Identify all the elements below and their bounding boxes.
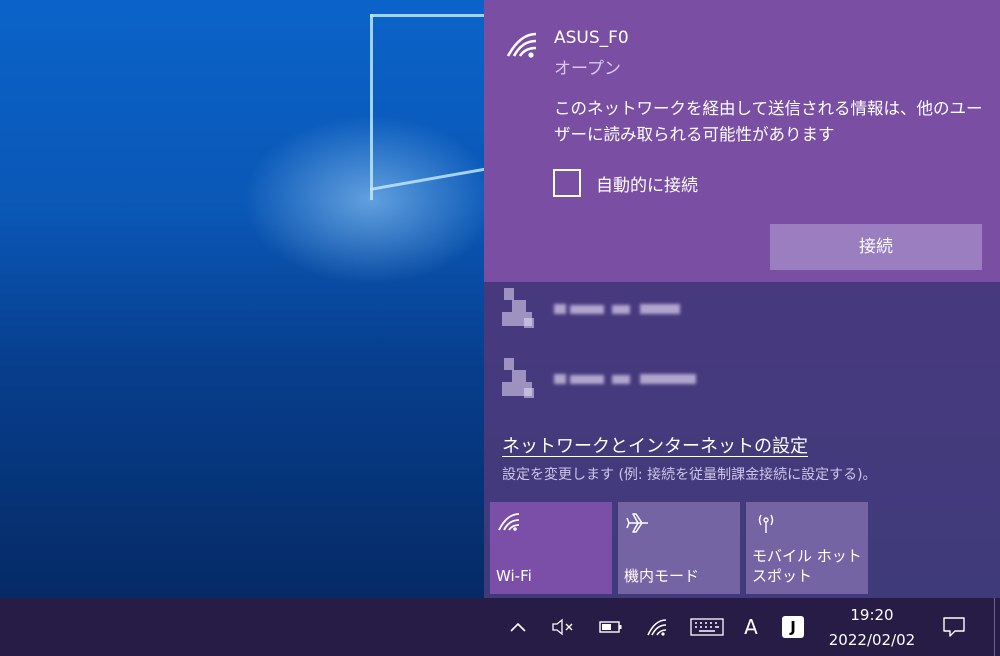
taskbar-clock[interactable]: 19:20 2022/02/02 (822, 598, 922, 656)
network-tray-button[interactable] (642, 598, 672, 656)
hotspot-icon (758, 514, 774, 533)
action-center-icon (943, 617, 965, 637)
clock-time: 19:20 (850, 606, 894, 624)
touch-keyboard-icon (690, 618, 724, 636)
action-center-button[interactable] (936, 598, 972, 656)
mobile-hotspot-tile[interactable]: モバイル ホットスポット (746, 502, 868, 594)
network-list-item[interactable] (484, 282, 1000, 346)
blurred-network-name (554, 304, 680, 314)
airplane-tile-label: 機内モード (624, 567, 700, 585)
open-network-warning: このネットワークを経由して送信される情報は、他のユーザーに読み取られる可能性があ… (554, 99, 983, 144)
wifi-toggle-tile[interactable]: Wi-Fi (490, 502, 612, 594)
speaker-muted-icon (552, 618, 573, 636)
wallpaper-light-beam (370, 14, 484, 17)
network-settings-link[interactable]: ネットワークとインターネットの設定 (502, 432, 808, 458)
auto-connect-label[interactable]: 自動的に接続 (596, 171, 698, 196)
volume-button[interactable] (546, 598, 580, 656)
wifi-icon (502, 358, 540, 402)
wallpaper-light-beam (370, 167, 484, 191)
clock-date: 2022/02/02 (828, 631, 916, 649)
airplane-icon (626, 513, 648, 533)
network-list-item[interactable] (484, 352, 1000, 416)
wifi-icon (647, 619, 667, 636)
network-flyout: ASUS_F0 オープン このネットワークを経由して送信される情報は、他のユーザ… (484, 0, 1000, 598)
network-settings-description: 設定を変更します (例: 接続を従量制課金接続に設定する)。 (502, 467, 877, 483)
auto-connect-checkbox[interactable] (553, 169, 581, 197)
airplane-mode-tile[interactable]: 機内モード (618, 502, 740, 594)
selected-network-panel[interactable]: ASUS_F0 オープン このネットワークを経由して送信される情報は、他のユーザ… (484, 0, 1000, 282)
hotspot-tile-label: モバイル ホットスポット (752, 547, 862, 585)
show-desktop-button[interactable] (994, 598, 995, 656)
connect-button[interactable]: 接続 (770, 224, 982, 270)
battery-icon (599, 621, 622, 633)
wifi-open-icon (506, 32, 537, 58)
japanese-ime-icon: J (782, 616, 804, 638)
japanese-ime-button[interactable]: J (778, 598, 808, 656)
wifi-icon (498, 513, 520, 531)
wallpaper-light-beam (370, 14, 373, 200)
battery-button[interactable] (594, 598, 628, 656)
network-security-type: オープン (554, 59, 621, 79)
taskbar: A J 19:20 2022/02/02 (0, 598, 1000, 656)
wifi-icon (502, 288, 540, 332)
wifi-tile-label: Wi-Fi (496, 567, 532, 585)
chevron-up-icon (510, 622, 526, 632)
touch-keyboard-button[interactable] (688, 598, 726, 656)
ime-mode-button[interactable]: A (738, 598, 764, 656)
show-hidden-icons-button[interactable] (504, 598, 532, 656)
ime-mode-icon: A (744, 615, 758, 639)
network-ssid: ASUS_F0 (554, 28, 629, 48)
blurred-network-name (554, 374, 696, 384)
